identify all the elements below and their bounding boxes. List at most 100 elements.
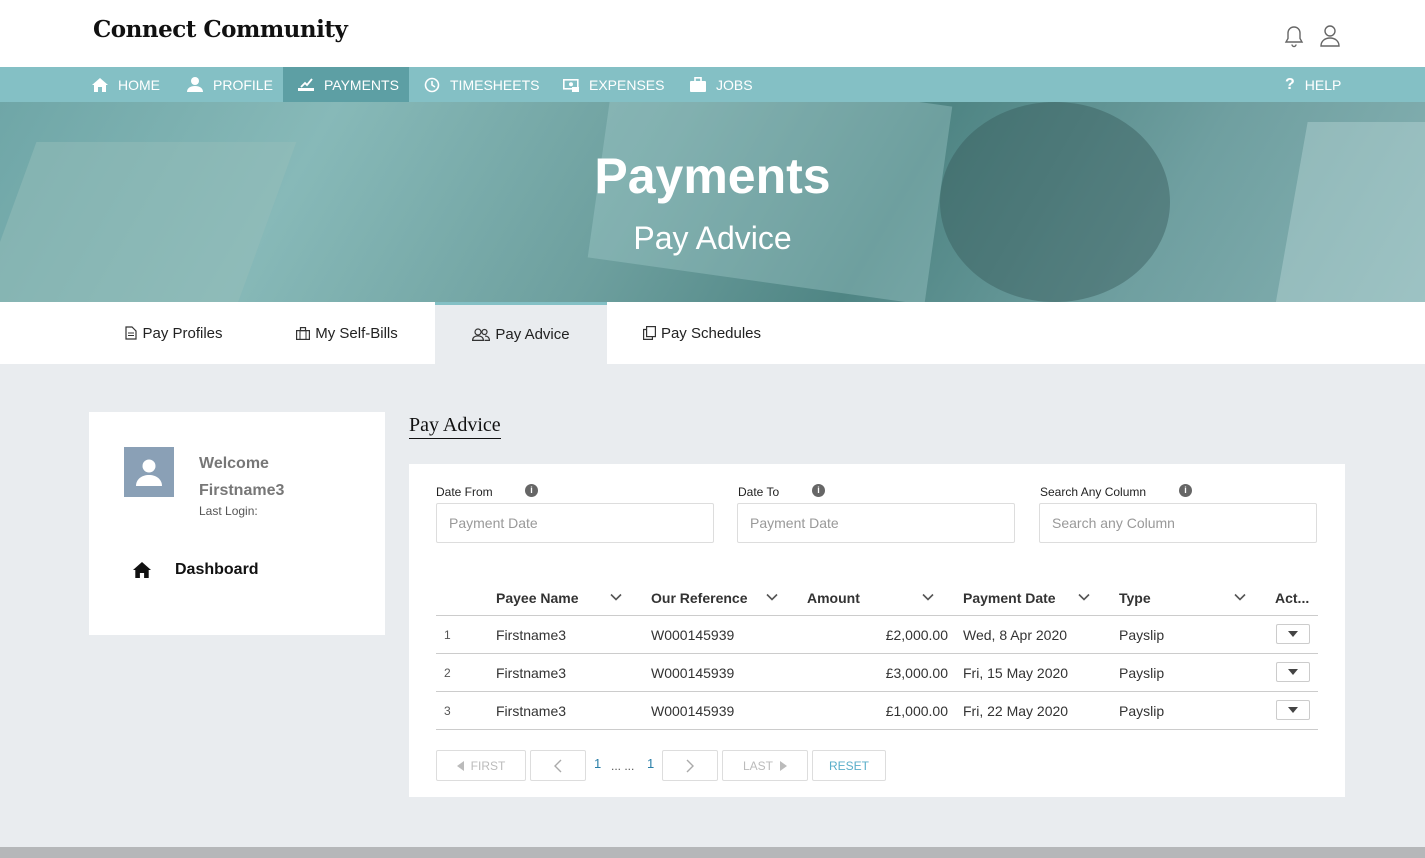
home-icon xyxy=(92,77,108,92)
top-header: Connect Community xyxy=(0,0,1425,67)
row-number: 3 xyxy=(444,704,451,718)
document-icon xyxy=(125,326,138,340)
row-actions-dropdown[interactable] xyxy=(1276,662,1310,682)
user-icon xyxy=(187,77,203,92)
caret-right-icon xyxy=(780,760,787,771)
nav-profile-label: PROFILE xyxy=(213,76,273,93)
cell-amount: £1,000.00 xyxy=(885,703,948,719)
previous-page-button[interactable] xyxy=(530,750,586,781)
chevron-down-icon[interactable] xyxy=(921,590,935,604)
user-placeholder-icon xyxy=(136,459,162,486)
cell-amount: £3,000.00 xyxy=(885,665,948,681)
caret-down-icon xyxy=(1288,669,1298,675)
nav-jobs[interactable]: JOBS xyxy=(690,67,753,102)
bell-icon[interactable] xyxy=(1283,24,1305,48)
chevron-left-icon xyxy=(554,759,562,772)
page-number-current[interactable]: 1 xyxy=(594,756,601,771)
nav-payments[interactable]: PAYMENTS xyxy=(283,67,409,102)
nav-expenses-label: EXPENSES xyxy=(589,76,665,93)
nav-expenses[interactable]: EXPENSES xyxy=(563,67,664,102)
user-card: Welcome Firstname3 Last Login: Dashboard xyxy=(89,412,385,635)
chevron-down-icon[interactable] xyxy=(609,590,623,604)
tab-pay-schedules-label: Pay Schedules xyxy=(660,324,762,342)
column-header-our-reference[interactable]: Our Reference xyxy=(651,590,747,606)
date-to-label: Date To xyxy=(738,485,780,499)
info-icon[interactable]: i xyxy=(1179,484,1192,497)
nav-jobs-label: JOBS xyxy=(716,76,753,93)
tab-my-self-bills-label: My Self-Bills xyxy=(315,324,398,342)
row-actions-dropdown[interactable] xyxy=(1276,624,1310,644)
cell-payee-name: Firstname3 xyxy=(496,703,567,719)
pay-advice-panel: Date From i Date To i Search Any Column … xyxy=(409,464,1345,797)
dashboard-link[interactable]: Dashboard xyxy=(133,561,259,579)
main-nav: HOME PROFILE PAYMENTS TIMESHEETS EXPENSE… xyxy=(0,67,1425,102)
welcome-label: Welcome xyxy=(199,455,269,472)
cell-reference: W000145939 xyxy=(651,627,735,643)
column-header-payment-date[interactable]: Payment Date xyxy=(963,590,1056,606)
chevron-down-icon[interactable] xyxy=(1077,590,1091,604)
user-name: Firstname3 xyxy=(199,482,285,499)
next-page-button[interactable] xyxy=(662,750,718,781)
page-title: Payments xyxy=(594,148,831,204)
section-title: Pay Advice xyxy=(409,414,501,439)
clock-icon xyxy=(424,77,440,92)
cell-payee-name: Firstname3 xyxy=(496,627,567,643)
search-label: Search Any Column xyxy=(1040,485,1147,499)
app-logo[interactable]: Connect Community xyxy=(93,16,348,43)
caret-left-icon xyxy=(456,760,464,771)
welcome-text: Welcome Firstname3 xyxy=(199,450,284,504)
nav-home[interactable]: HOME xyxy=(92,67,160,102)
chevron-right-icon xyxy=(686,759,694,772)
nav-profile[interactable]: PROFILE xyxy=(187,67,273,102)
table-row[interactable]: 3 Firstname3 W000145939 £1,000.00 Fri, 2… xyxy=(436,692,1318,730)
nav-home-label: HOME xyxy=(118,76,160,93)
cell-amount: £2,000.00 xyxy=(885,627,948,643)
nav-timesheets[interactable]: TIMESHEETS xyxy=(424,67,539,102)
column-header-type[interactable]: Type xyxy=(1119,590,1151,606)
row-actions-dropdown[interactable] xyxy=(1276,700,1310,720)
first-page-label: FIRST xyxy=(470,758,506,773)
column-header-actions: Act... xyxy=(1275,590,1310,606)
cell-payment-date: Wed, 8 Apr 2020 xyxy=(963,627,1068,643)
last-page-button[interactable]: LAST xyxy=(722,750,808,781)
briefcase-icon xyxy=(296,326,311,340)
footer-bar xyxy=(0,847,1425,858)
sub-tabs: Pay Profiles My Self-Bills Pay Advice Pa… xyxy=(0,302,1425,364)
page-subtitle: Pay Advice xyxy=(633,220,792,256)
page-ellipsis: ... ... xyxy=(611,759,635,773)
cell-payment-date: Fri, 15 May 2020 xyxy=(963,665,1069,681)
last-login: Last Login: xyxy=(199,504,258,518)
page-number-last[interactable]: 1 xyxy=(647,756,654,771)
date-from-input[interactable] xyxy=(436,503,714,543)
question-icon: ? xyxy=(1285,75,1295,93)
users-icon xyxy=(472,328,491,341)
caret-down-icon xyxy=(1288,707,1298,713)
reset-button[interactable]: RESET xyxy=(812,750,886,781)
expenses-icon xyxy=(563,78,579,92)
home-icon xyxy=(133,562,151,578)
chevron-down-icon[interactable] xyxy=(765,590,779,604)
user-icon[interactable] xyxy=(1319,24,1341,48)
reset-label: RESET xyxy=(828,758,869,773)
nav-timesheets-label: TIMESHEETS xyxy=(450,76,540,93)
tab-pay-schedules[interactable]: Pay Schedules xyxy=(607,302,797,364)
search-input[interactable] xyxy=(1039,503,1317,543)
cell-type: Payslip xyxy=(1119,665,1165,681)
chevron-down-icon[interactable] xyxy=(1233,590,1247,604)
info-icon[interactable]: i xyxy=(525,484,538,497)
nav-help[interactable]: ? HELP xyxy=(1285,67,1341,102)
tab-my-self-bills[interactable]: My Self-Bills xyxy=(259,302,435,364)
column-header-payee-name[interactable]: Payee Name xyxy=(496,590,579,606)
table-row[interactable]: 2 Firstname3 W000145939 £3,000.00 Fri, 1… xyxy=(436,654,1318,692)
copy-icon xyxy=(642,326,656,340)
column-header-amount[interactable]: Amount xyxy=(807,590,860,606)
table-row[interactable]: 1 Firstname3 W000145939 £2,000.00 Wed, 8… xyxy=(436,616,1318,654)
tab-pay-advice-label: Pay Advice xyxy=(495,326,570,343)
info-icon[interactable]: i xyxy=(812,484,825,497)
tab-pay-advice[interactable]: Pay Advice xyxy=(435,302,607,364)
tab-pay-profiles[interactable]: Pay Profiles xyxy=(89,302,259,364)
date-to-input[interactable] xyxy=(737,503,1015,543)
first-page-button[interactable]: FIRST xyxy=(436,750,526,781)
cell-payee-name: Firstname3 xyxy=(496,665,567,681)
last-page-label: LAST xyxy=(742,758,773,773)
